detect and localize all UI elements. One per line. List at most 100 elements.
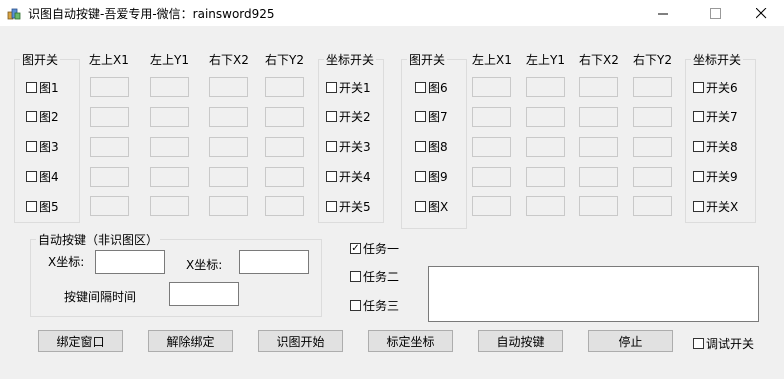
y2-input-6[interactable] (633, 77, 672, 97)
minimize-button[interactable] (640, 0, 686, 26)
image-checkbox-8[interactable]: 图8 (415, 138, 448, 155)
checkbox-label: 开关8 (706, 140, 738, 154)
task-checkbox-3[interactable]: 任务三 (350, 297, 399, 314)
x2-input-4[interactable] (209, 167, 248, 187)
coord-switch-checkbox-8[interactable]: 开关8 (693, 138, 738, 155)
y1-input-3[interactable] (150, 137, 189, 157)
task-checkbox-1[interactable]: ✓ 任务一 (350, 240, 399, 257)
y2-input-5[interactable] (265, 196, 304, 216)
y1-input-9[interactable] (526, 167, 565, 187)
x2-input-2[interactable] (209, 107, 248, 127)
checkbox-label: 图5 (39, 200, 59, 214)
stop-button[interactable]: 停止 (588, 330, 673, 352)
coord-switch-checkbox-9[interactable]: 开关9 (693, 168, 738, 185)
task-checkbox-2[interactable]: 任务二 (350, 268, 399, 285)
x1-input-4[interactable] (90, 167, 129, 187)
x-coord-label: X坐标: (48, 255, 85, 269)
x1-input-5[interactable] (90, 196, 129, 216)
bind-window-button[interactable]: 绑定窗口 (38, 330, 123, 352)
x2-input-7[interactable] (579, 107, 618, 127)
checkbox-label: 图3 (39, 140, 59, 154)
image-checkbox-4[interactable]: 图4 (26, 168, 59, 185)
y1-input-4[interactable] (150, 167, 189, 187)
image-checkbox-7[interactable]: 图7 (415, 108, 448, 125)
y1-input-5[interactable] (150, 196, 189, 216)
log-textarea[interactable] (428, 266, 759, 322)
checkbox-label: 图1 (39, 81, 59, 95)
checkbox-box (693, 171, 704, 182)
unbind-button[interactable]: 解除绑定 (148, 330, 233, 352)
auto-key-button[interactable]: 自动按键 (478, 330, 563, 352)
calibrate-coords-button[interactable]: 标定坐标 (368, 330, 453, 352)
image-checkbox-6[interactable]: 图6 (415, 79, 448, 96)
x1-input-7[interactable] (472, 107, 511, 127)
x2-input-9[interactable] (579, 167, 618, 187)
col-header-x1-right: 左上X1 (472, 53, 512, 67)
y1-input-x[interactable] (526, 196, 565, 216)
x2-input-8[interactable] (579, 137, 618, 157)
checkbox-box (693, 82, 704, 93)
y2-input-9[interactable] (633, 167, 672, 187)
checkbox-box (26, 82, 37, 93)
y2-input-8[interactable] (633, 137, 672, 157)
x1-input-3[interactable] (90, 137, 129, 157)
x1-input-x[interactable] (472, 196, 511, 216)
y1-input-2[interactable] (150, 107, 189, 127)
x2-input-5[interactable] (209, 196, 248, 216)
x2-input-3[interactable] (209, 137, 248, 157)
coord-switch-checkbox-6[interactable]: 开关6 (693, 79, 738, 96)
y2-input-7[interactable] (633, 107, 672, 127)
image-checkbox-x[interactable]: 图X (415, 198, 448, 215)
minimize-icon (657, 13, 668, 14)
coord-switch-checkbox-5[interactable]: 开关5 (326, 198, 371, 215)
x2-input-6[interactable] (579, 77, 618, 97)
close-button[interactable] (738, 0, 784, 26)
coord-switch-checkbox-x[interactable]: 开关X (693, 198, 738, 215)
image-checkbox-1[interactable]: 图1 (26, 79, 59, 96)
x1-input-2[interactable] (90, 107, 129, 127)
y2-input-3[interactable] (265, 137, 304, 157)
coord-switch-checkbox-4[interactable]: 开关4 (326, 168, 371, 185)
debug-switch-checkbox[interactable]: 调试开关 (693, 335, 754, 352)
x2-input-x[interactable] (579, 196, 618, 216)
y1-input-6[interactable] (526, 77, 565, 97)
start-recognition-button[interactable]: 识图开始 (258, 330, 343, 352)
checkbox-label: 开关7 (706, 110, 738, 124)
y1-input-7[interactable] (526, 107, 565, 127)
coord-switch-checkbox-3[interactable]: 开关3 (326, 138, 371, 155)
x1-input-8[interactable] (472, 137, 511, 157)
checkbox-box (350, 300, 361, 311)
coord-switch-checkbox-1[interactable]: 开关1 (326, 79, 371, 96)
coord-switch-checkbox-7[interactable]: 开关7 (693, 108, 738, 125)
y1-input-1[interactable] (150, 77, 189, 97)
checkbox-box (26, 141, 37, 152)
y1-input-8[interactable] (526, 137, 565, 157)
image-switch-header-right: 图开关 (407, 51, 448, 68)
checkbox-box (693, 338, 704, 349)
image-checkbox-5[interactable]: 图5 (26, 198, 59, 215)
checkbox-label: 图2 (39, 110, 59, 124)
image-checkbox-9[interactable]: 图9 (415, 168, 448, 185)
checkbox-box (415, 171, 426, 182)
x1-input-9[interactable] (472, 167, 511, 187)
col-header-y1-right: 左上Y1 (526, 53, 565, 67)
x1-input-6[interactable] (472, 77, 511, 97)
image-checkbox-2[interactable]: 图2 (26, 108, 59, 125)
y2-input-x[interactable] (633, 196, 672, 216)
image-checkbox-3[interactable]: 图3 (26, 138, 59, 155)
y2-input-1[interactable] (265, 77, 304, 97)
col-header-x1-left: 左上X1 (89, 53, 129, 67)
x-coord-input[interactable] (95, 250, 165, 274)
auto-key-group-label: 自动按键（非识图区） (36, 231, 161, 248)
checkbox-box (415, 201, 426, 212)
col-header-y2-right: 右下Y2 (633, 53, 672, 67)
x1-input-1[interactable] (90, 77, 129, 97)
y-coord-input[interactable] (239, 250, 309, 274)
maximize-button[interactable] (692, 0, 738, 26)
y2-input-2[interactable] (265, 107, 304, 127)
col-header-x2-left: 右下X2 (209, 53, 249, 67)
x2-input-1[interactable] (209, 77, 248, 97)
y2-input-4[interactable] (265, 167, 304, 187)
key-interval-input[interactable] (169, 282, 239, 306)
coord-switch-checkbox-2[interactable]: 开关2 (326, 108, 371, 125)
